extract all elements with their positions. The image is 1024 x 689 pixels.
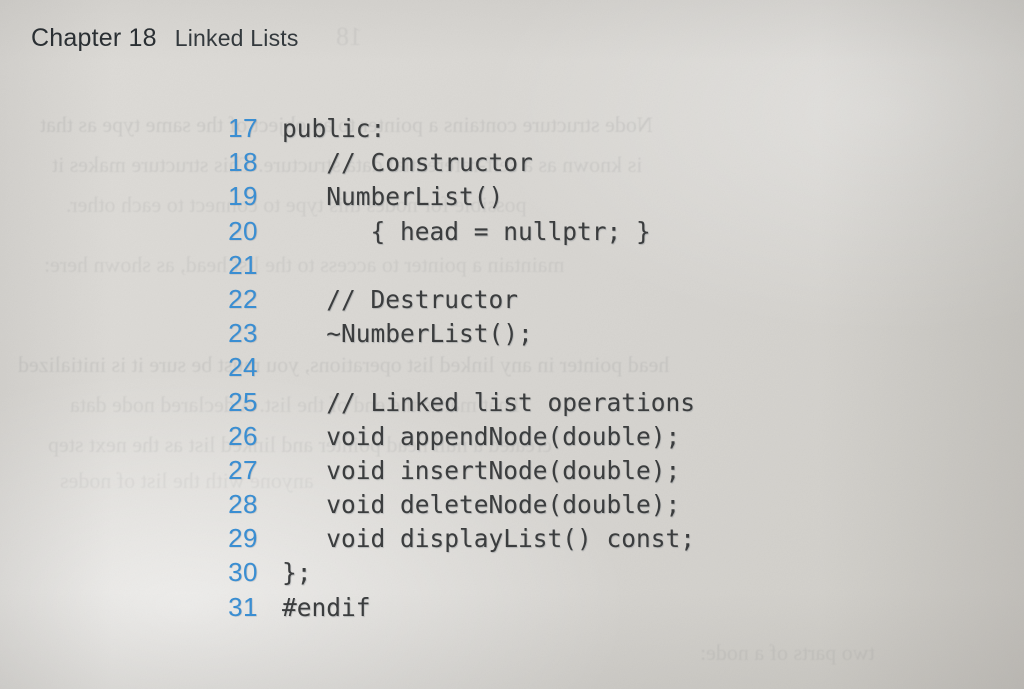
- code-line: 20 { head = nullptr; }: [0, 216, 1024, 250]
- textbook-page-photo: Node structure contains a pointer to an …: [0, 0, 1024, 689]
- code-text: void insertNode(double);: [282, 455, 681, 485]
- line-number: 17: [228, 113, 258, 143]
- running-head: Chapter 18 Linked Lists: [31, 24, 299, 53]
- line-number: 26: [228, 420, 258, 451]
- line-number: 18: [228, 147, 258, 178]
- code-text: void deleteNode(double);: [282, 490, 681, 520]
- code-text: // Destructor: [282, 284, 519, 314]
- code-line: 25 // Linked list operations: [0, 387, 1024, 421]
- code-text: // Linked list operations: [282, 387, 696, 417]
- chapter-title: Linked Lists: [174, 25, 299, 51]
- chapter-label: Chapter 18: [31, 24, 157, 52]
- line-number: 23: [228, 318, 258, 349]
- code-text: };: [282, 558, 312, 588]
- code-line: 26 void appendNode(double);: [0, 421, 1024, 455]
- code-text: NumberList(): [282, 182, 504, 212]
- line-number: 21: [228, 249, 258, 280]
- line-number: 30: [228, 557, 258, 588]
- code-text: public:: [282, 114, 386, 143]
- code-line: 22 // Destructor: [0, 284, 1024, 318]
- code-line: 29 void displayList() const;: [0, 523, 1024, 557]
- code-line: 21: [0, 250, 1024, 284]
- code-line: 31 #endif: [0, 592, 1024, 626]
- code-text: #endif: [282, 592, 371, 622]
- line-number: 29: [228, 523, 258, 554]
- line-number: 20: [228, 215, 258, 246]
- code-line: 28 void deleteNode(double);: [0, 489, 1024, 523]
- code-line: 30};: [0, 557, 1024, 591]
- code-line: 23 ~NumberList();: [0, 318, 1024, 352]
- line-number: 22: [228, 283, 258, 314]
- code-text: void appendNode(double);: [282, 421, 681, 451]
- line-number: 19: [228, 181, 258, 212]
- code-line: 27 void insertNode(double);: [0, 455, 1024, 489]
- code-text: ~NumberList();: [282, 319, 533, 349]
- line-number: 27: [228, 454, 258, 485]
- code-line: 19 NumberList(): [0, 181, 1024, 215]
- code-line: 24: [0, 352, 1024, 386]
- line-number: 25: [228, 386, 258, 417]
- line-number: 24: [228, 352, 258, 383]
- code-line: 18 // Constructor: [0, 147, 1024, 181]
- code-text: void displayList() const;: [282, 524, 696, 554]
- code-listing: 17 public: 18 // Constructor 19 NumberList(…: [0, 113, 1024, 626]
- show-through-fragment: two parts of a node:: [700, 640, 875, 665]
- code-line: 17 public:: [0, 113, 1024, 147]
- code-text: { head = nullptr; }: [282, 216, 651, 246]
- line-number: 31: [228, 591, 258, 622]
- show-through-fragment: 18: [336, 22, 362, 51]
- line-number: 28: [228, 489, 258, 520]
- code-text: // Constructor: [282, 148, 533, 178]
